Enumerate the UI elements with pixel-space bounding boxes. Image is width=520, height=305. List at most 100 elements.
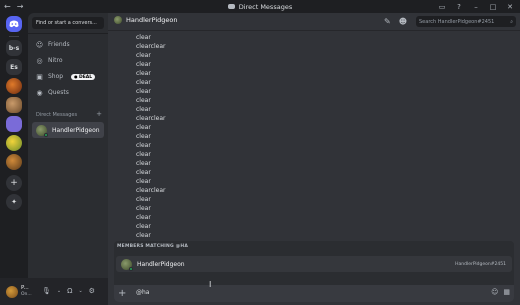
message-item: clear	[136, 196, 151, 203]
attach-plus-icon[interactable]: +	[118, 287, 126, 300]
add-friend-icon[interactable]: ☻	[399, 17, 407, 26]
emoji-icon[interactable]: ☺	[491, 288, 498, 296]
shop-icon: ▣	[36, 72, 43, 81]
message-item: clear	[136, 169, 151, 176]
sidebar-item-friends[interactable]: ☺ Friends	[32, 38, 104, 51]
search-placeholder: Search HandlerPidgeon#2451	[419, 18, 495, 25]
server-avatar-5[interactable]	[6, 154, 22, 170]
chat-title: HandlerPidgeon	[114, 16, 178, 24]
add-server-icon[interactable]: +	[6, 175, 22, 191]
quests-icon: ◉	[36, 88, 43, 97]
maximize-button[interactable]: □	[489, 3, 497, 11]
dm-sidebar: Find or start a convers... ☺ Friends ◎ N…	[28, 13, 108, 305]
message-item: clear	[136, 160, 151, 167]
message-item: clear	[136, 106, 151, 113]
message-item: clear	[136, 52, 151, 59]
message-item: clear	[136, 61, 151, 68]
screen-share-icon[interactable]: ▭	[438, 3, 446, 11]
message-item: clear	[136, 133, 151, 140]
sidebar-divider	[28, 33, 108, 34]
rail-divider	[9, 36, 19, 37]
apps-grid-icon[interactable]: ▦	[503, 288, 510, 296]
title-bar: ← → Direct Messages ▭ ? – □ ✕	[0, 0, 520, 13]
user-name: P...	[21, 285, 29, 291]
message-item: clearclear	[136, 43, 166, 50]
message-item: clear	[136, 214, 151, 221]
message-item: clear	[136, 232, 151, 239]
mention-option-tag: HandlerPidgeon#2451	[455, 261, 506, 267]
user-panel: P... On... 🎙︎ ⌄ Ω ⌄ ⚙	[0, 278, 108, 305]
help-icon[interactable]: ?	[455, 3, 463, 11]
dm-item-handlerpidgeon[interactable]: HandlerPidgeon	[32, 122, 104, 138]
dm-header-label: Direct Messages	[36, 112, 78, 118]
message-item: clear	[136, 34, 151, 41]
message-item: clear	[136, 88, 151, 95]
message-list: clear clearclear clear clear clear clear clear…	[136, 33, 496, 240]
nitro-icon: ◎	[36, 56, 43, 65]
message-item: clear	[136, 97, 151, 104]
close-button[interactable]: ✕	[506, 3, 514, 11]
window-title-text: Direct Messages	[238, 2, 293, 11]
server-avatar-3[interactable]	[6, 116, 22, 132]
message-item: clear	[136, 151, 151, 158]
chat-area: HandlerPidgeon ✎ ☻ Search HandlerPidgeon…	[108, 13, 520, 305]
server-es[interactable]: Es	[6, 59, 22, 75]
search-icon: ⌕	[510, 18, 513, 25]
sidebar-item-label: Nitro	[48, 57, 63, 64]
window-controls: ▭ ? – □ ✕	[438, 0, 514, 13]
message-item: clear	[136, 79, 151, 86]
avatar	[114, 16, 122, 24]
dm-item-label: HandlerPidgeon	[52, 126, 100, 134]
message-composer[interactable]: + @ha ☺ ▦	[114, 285, 514, 302]
sidebar-item-quests[interactable]: ◉ Quests	[32, 86, 104, 99]
server-avatar-2[interactable]	[6, 97, 22, 113]
discord-home-icon[interactable]	[6, 16, 22, 32]
chevron-down-icon[interactable]: ⌄	[57, 287, 61, 296]
microphone-icon[interactable]: 🎙︎	[42, 287, 51, 296]
headphones-icon[interactable]: Ω	[67, 287, 72, 296]
message-item: clear	[136, 124, 151, 131]
mention-option[interactable]: HandlerPidgeon HandlerPidgeon#2451	[116, 256, 512, 272]
message-item: clear	[136, 70, 151, 77]
chat-header: HandlerPidgeon ✎ ☻ Search HandlerPidgeon…	[108, 13, 520, 31]
avatar	[36, 124, 48, 137]
sidebar-item-label: Shop	[48, 73, 64, 80]
message-item: clear	[136, 205, 151, 212]
gear-icon[interactable]: ⚙	[89, 287, 95, 296]
minimize-button[interactable]: –	[472, 3, 480, 11]
online-status-dot	[44, 132, 48, 137]
server-avatar-4[interactable]	[6, 135, 22, 151]
friends-icon: ☺	[35, 40, 44, 49]
create-dm-icon[interactable]: +	[96, 111, 102, 118]
message-input[interactable]: @ha	[136, 289, 149, 296]
chat-title-text: HandlerPidgeon	[126, 16, 178, 24]
inbox-icon	[227, 4, 235, 9]
message-item: clear	[136, 223, 151, 230]
header-actions: ✎ ☻	[384, 17, 407, 26]
mention-autocomplete: MEMBERS MATCHING @HA HandlerPidgeon Hand…	[114, 241, 514, 286]
composer-actions: ☺ ▦	[491, 288, 510, 296]
server-avatar-1[interactable]	[6, 78, 22, 94]
search-input[interactable]: Search HandlerPidgeon#2451 ⌕	[416, 16, 516, 27]
server-rail: b-s Es + ✦	[0, 13, 28, 305]
sidebar-item-label: Friends	[48, 41, 70, 48]
chevron-down-icon[interactable]: ⌄	[78, 287, 82, 296]
message-item: clearclear	[136, 187, 166, 194]
message-item: clear	[136, 178, 151, 185]
mouse-cursor-icon: I	[209, 280, 212, 289]
user-avatar[interactable]	[6, 286, 18, 298]
sidebar-item-shop[interactable]: ▣ Shop ● DEAL	[32, 70, 104, 83]
mention-autocomplete-title: MEMBERS MATCHING @HA	[117, 244, 189, 249]
user-status: On...	[21, 292, 32, 297]
dm-section-header: Direct Messages +	[36, 111, 102, 119]
server-bs[interactable]: b-s	[6, 40, 22, 56]
mention-option-name: HandlerPidgeon	[137, 260, 185, 268]
voice-controls: 🎙︎ ⌄ Ω ⌄ ⚙	[42, 287, 95, 296]
pin-icon[interactable]: ✎	[384, 17, 391, 26]
find-conversation-button[interactable]: Find or start a convers...	[32, 17, 104, 29]
message-item: clearclear	[136, 115, 166, 122]
message-item: clear	[136, 142, 151, 149]
sidebar-item-nitro[interactable]: ◎ Nitro	[32, 54, 104, 67]
deal-badge: ● DEAL	[71, 73, 96, 80]
discover-compass-icon[interactable]: ✦	[6, 194, 22, 210]
